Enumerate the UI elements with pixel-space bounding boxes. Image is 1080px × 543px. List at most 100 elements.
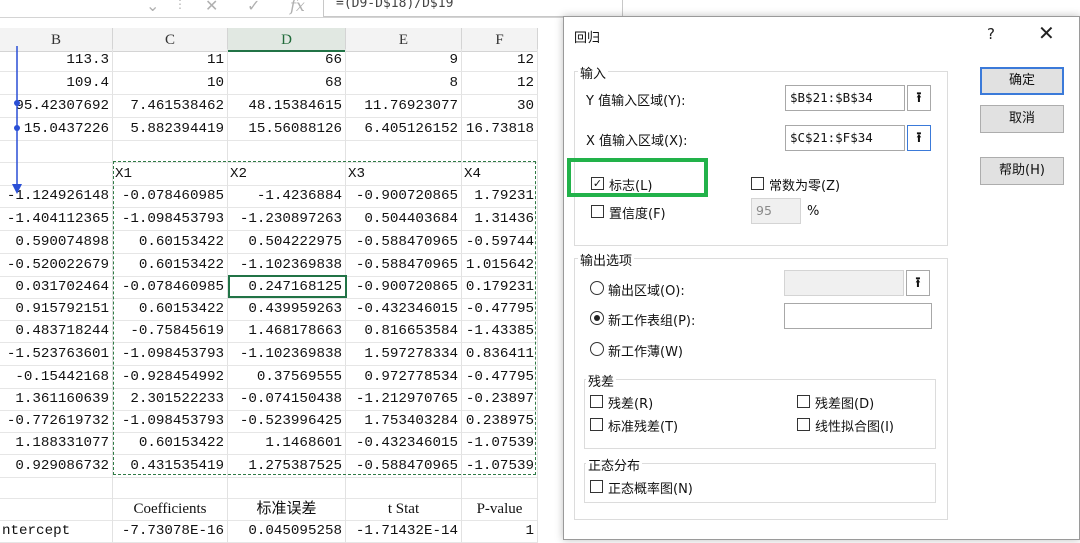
- cell[interactable]: 0.238975: [462, 410, 538, 433]
- ok-button[interactable]: 确定: [980, 67, 1064, 95]
- cell[interactable]: 68: [228, 72, 346, 95]
- cell[interactable]: 1.188331077: [0, 432, 113, 455]
- cell[interactable]: [113, 476, 228, 499]
- cell[interactable]: 0.816653584: [346, 320, 462, 343]
- cell[interactable]: 0.504403684: [346, 208, 462, 231]
- cell[interactable]: -0.588470965: [346, 455, 462, 478]
- cell[interactable]: 12: [462, 72, 538, 95]
- constant-zero-checkbox[interactable]: [751, 177, 764, 190]
- chevron-down-icon[interactable]: ⌄: [146, 0, 159, 15]
- new-sheet-radio[interactable]: [590, 311, 604, 325]
- cell[interactable]: 30: [462, 95, 538, 118]
- cell[interactable]: 0.929086732: [0, 455, 113, 478]
- cell[interactable]: -0.928454992: [113, 366, 228, 389]
- cell[interactable]: 2.301522233: [113, 388, 228, 411]
- cell[interactable]: X2: [228, 163, 346, 186]
- cell[interactable]: 11.76923077: [346, 95, 462, 118]
- function-icon[interactable]: fx: [290, 0, 305, 15]
- line-fit-checkbox[interactable]: [797, 418, 810, 431]
- cell[interactable]: [0, 476, 113, 499]
- cell[interactable]: -0.523996425: [228, 410, 346, 433]
- confidence-checkbox[interactable]: [591, 205, 604, 218]
- cell[interactable]: 8: [346, 72, 462, 95]
- cell[interactable]: 0.179231: [462, 276, 538, 299]
- cell[interactable]: 0.915792151: [0, 298, 113, 321]
- cell[interactable]: [0, 498, 113, 521]
- cell[interactable]: [346, 476, 462, 499]
- cell[interactable]: -0.772619732: [0, 410, 113, 433]
- labels-checkbox[interactable]: ✓: [591, 177, 604, 190]
- cell[interactable]: -1.102369838: [228, 343, 346, 366]
- x-range-input[interactable]: $C$21:$F$34: [785, 125, 905, 151]
- new-sheet-input[interactable]: [784, 303, 932, 329]
- y-range-picker-icon[interactable]: ⭱: [907, 85, 931, 111]
- cell[interactable]: [462, 476, 538, 499]
- cell[interactable]: -0.900720865: [346, 185, 462, 208]
- regression-dialog[interactable]: 回归 ? ✕ 输入 Y 值输入区域(Y): $B$21:$B$34 ⭱ X 值输…: [563, 16, 1080, 540]
- cell[interactable]: 1.361160639: [0, 388, 113, 411]
- cell[interactable]: 48.15384615: [228, 95, 346, 118]
- cell[interactable]: -1.07539: [462, 432, 538, 455]
- cell[interactable]: 0.60153422: [113, 432, 228, 455]
- residual-plot-checkbox[interactable]: [797, 395, 810, 408]
- cell[interactable]: -0.078460985: [113, 185, 228, 208]
- cell[interactable]: 1.79231: [462, 185, 538, 208]
- cell[interactable]: 66: [228, 49, 346, 72]
- cell[interactable]: Coefficients: [113, 498, 228, 521]
- help-icon[interactable]: ?: [987, 25, 995, 43]
- cell[interactable]: -0.900720865: [346, 276, 462, 299]
- cell[interactable]: -0.078460985: [113, 276, 228, 299]
- cell[interactable]: 0.247168125: [228, 276, 346, 299]
- close-icon[interactable]: ✕: [1038, 21, 1055, 45]
- normal-plot-checkbox[interactable]: [590, 480, 603, 493]
- cell[interactable]: -1.404112365: [0, 208, 113, 231]
- cell[interactable]: 15.56088126: [228, 118, 346, 141]
- cell[interactable]: 5.882394419: [113, 118, 228, 141]
- cell[interactable]: [346, 140, 462, 163]
- cell[interactable]: 1.597278334: [346, 343, 462, 366]
- cell[interactable]: -0.15442168: [0, 366, 113, 389]
- cell[interactable]: P-value: [462, 498, 538, 521]
- cell[interactable]: [462, 140, 538, 163]
- cell[interactable]: -0.23897: [462, 388, 538, 411]
- cell[interactable]: 1.468178663: [228, 320, 346, 343]
- cell[interactable]: 0.439959263: [228, 298, 346, 321]
- cell[interactable]: 12: [462, 49, 538, 72]
- output-range-input[interactable]: [784, 270, 904, 296]
- cell[interactable]: 1.015642: [462, 254, 538, 277]
- cell[interactable]: 标准误差: [228, 498, 346, 521]
- cell[interactable]: X3: [346, 163, 462, 186]
- cell[interactable]: -0.75845619: [113, 320, 228, 343]
- cell[interactable]: -0.47795: [462, 298, 538, 321]
- cell[interactable]: -0.588470965: [346, 231, 462, 254]
- help-button[interactable]: 帮助(H): [980, 157, 1064, 185]
- cell[interactable]: -1.43385: [462, 320, 538, 343]
- cell[interactable]: 0.836411: [462, 343, 538, 366]
- output-range-picker-icon[interactable]: ⭱: [906, 270, 930, 296]
- cell[interactable]: -0.59744: [462, 231, 538, 254]
- cell[interactable]: -1.102369838: [228, 254, 346, 277]
- cell[interactable]: -0.432346015: [346, 432, 462, 455]
- cell[interactable]: -0.588470965: [346, 254, 462, 277]
- cell[interactable]: 0.504222975: [228, 231, 346, 254]
- cell[interactable]: 1.753403284: [346, 410, 462, 433]
- cell[interactable]: 10: [113, 72, 228, 95]
- cell[interactable]: 0.431535419: [113, 455, 228, 478]
- cell[interactable]: -1.212970765: [346, 388, 462, 411]
- cancel-button[interactable]: 取消: [980, 105, 1064, 133]
- cell[interactable]: t Stat: [346, 498, 462, 521]
- cell[interactable]: -1.098453793: [113, 410, 228, 433]
- cell[interactable]: 0.590074898: [0, 231, 113, 254]
- cell[interactable]: 11: [113, 49, 228, 72]
- cell[interactable]: 0.37569555: [228, 366, 346, 389]
- cell[interactable]: -0.432346015: [346, 298, 462, 321]
- cell[interactable]: 0.60153422: [113, 298, 228, 321]
- cancel-icon[interactable]: ✕: [205, 0, 218, 15]
- cell[interactable]: 6.405126152: [346, 118, 462, 141]
- cell[interactable]: -1.523763601: [0, 343, 113, 366]
- cell[interactable]: -1.098453793: [113, 343, 228, 366]
- cell[interactable]: -1.098453793: [113, 208, 228, 231]
- cell[interactable]: 0.483718244: [0, 320, 113, 343]
- cell[interactable]: -1.4236884: [228, 185, 346, 208]
- cell[interactable]: -1.230897263: [228, 208, 346, 231]
